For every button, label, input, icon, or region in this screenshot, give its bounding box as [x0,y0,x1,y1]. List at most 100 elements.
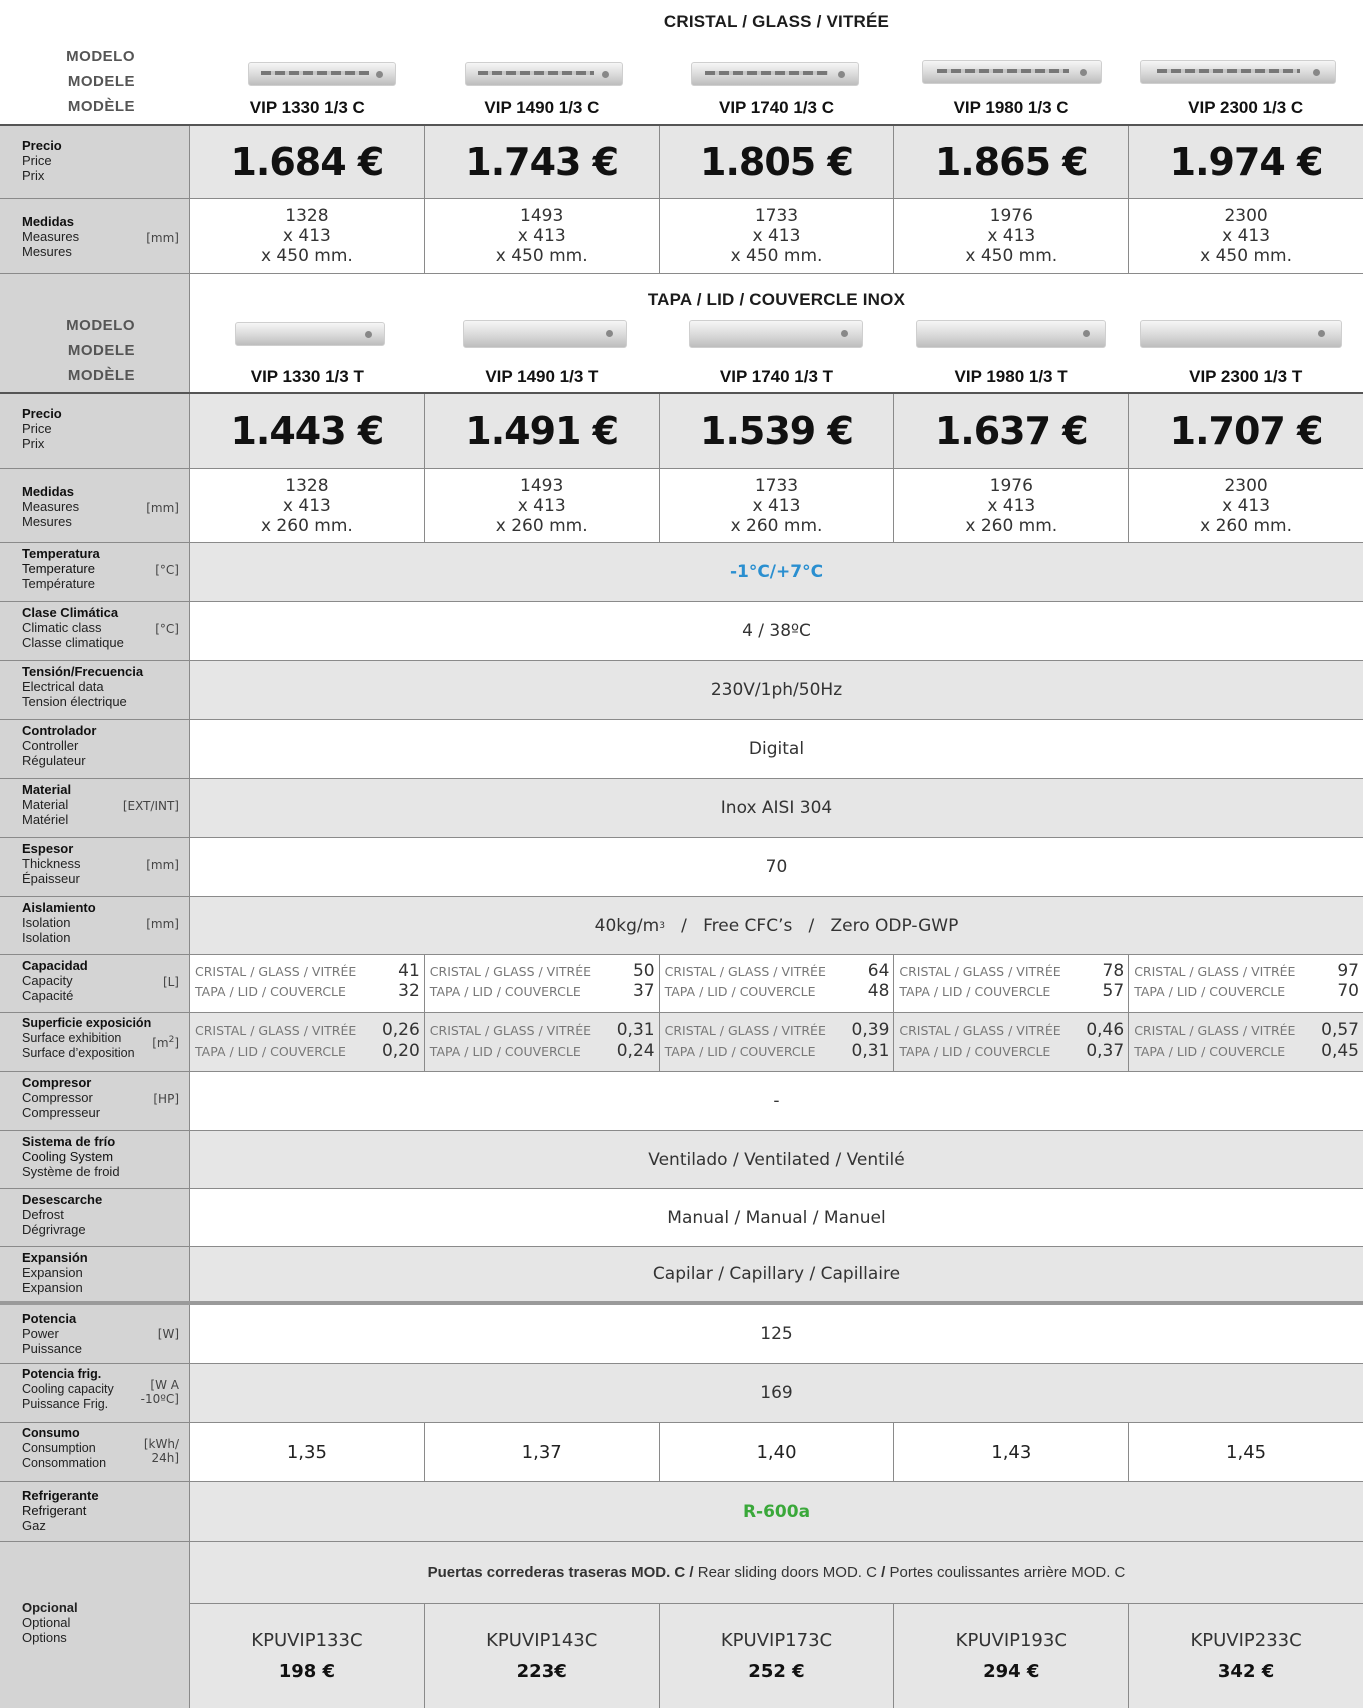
row-climatic: Clase Climática Climatic class Classe cl… [0,602,1363,661]
product-image-lid [689,320,864,348]
row-cooling-system: Sistema de frío Cooling System Système d… [0,1131,1363,1189]
product-image-lid [915,320,1106,348]
option-price: 223€ [516,1661,567,1682]
label-es: Precio [22,138,62,153]
label-en: Measures [22,499,80,514]
modelo-label-glass: MODELO MODELE MODÈLE [20,44,135,119]
row-label: Medidas Measures Mesures [mm] [0,199,190,273]
label-fr: Surface d’exposition [22,1046,135,1060]
row-label: Material Material Matériel [EXT/INT] [0,779,190,837]
label-es: Opcional [22,1600,78,1615]
label-fr: Gaz [22,1518,46,1533]
label-en: Refrigerant [22,1503,87,1518]
row-electrical: Tensión/Frecuencia Electrical data Tensi… [0,661,1363,720]
product-image-lid [462,320,627,348]
consumption-value: 1,45 [1226,1441,1267,1463]
price-value: 1.684 € [230,140,384,184]
label-fr: Système de froid [22,1164,120,1179]
compressor-value: - [773,1091,780,1111]
unit: [L] [162,975,179,989]
row-measures-lid: Medidas Measures Mesures [mm] 1328 x 413 x… [0,469,1363,543]
modelo-es: MODELO [66,48,135,65]
label-fr: Puissance [22,1341,82,1356]
row-cooling-capacity: Potencia frig. Cooling capacity Puissanc… [0,1364,1363,1423]
label-es: Controlador [22,723,97,738]
glass-model-col: VIP 1740 1/3 C [659,40,894,124]
label-es: Refrigerante [22,1488,99,1503]
label-fr: Capacité [22,988,74,1003]
row-defrost: Desescarche Defrost Dégrivrage Manual / … [0,1189,1363,1247]
modelo-fr: MODÈLE [67,98,135,115]
model-name: VIP 1980 1/3 T [954,367,1068,386]
label-es: Medidas [22,484,75,499]
surface-cell: CRISTAL / GLASS / VITRÉE 0,57 TAPA / LID … [1134,1020,1359,1061]
option-cell: KPUVIP173C 252 € [660,1604,895,1708]
unit: [W A -10ºC] [140,1378,179,1406]
surface-cell: CRISTAL / GLASS / VITRÉE 0,26 TAPA / LID … [190,1013,425,1071]
row-refrigerant: Refrigerante Refrigerant Gaz R-600a [0,1482,1363,1542]
model-name: VIP 2300 1/3 C [1188,98,1304,117]
unit: [mm] [146,501,179,515]
label-fr: Prix [22,436,45,451]
label-en: Temperature [22,561,95,576]
price-value: 1.443 € [230,409,384,453]
modelo-en: MODELE [67,73,135,90]
label-fr: Dégrivrage [22,1222,86,1237]
option-code: KPUVIP193C [955,1630,1067,1651]
lid-model-col: VIP 1490 1/3 T [425,310,660,393]
product-image-glass [1140,60,1337,84]
row-power: Potencia Power Puissance [W] 125 [0,1305,1363,1364]
label-es: Consumo [22,1426,80,1440]
row-capacity: Capacidad Capacity Capacité [L] CRISTAL … [0,955,1363,1013]
label-en: Price [22,153,52,168]
row-label: Superficie exposición Surface exhibition… [0,1013,190,1071]
label-en: Cooling System [22,1149,114,1164]
option-price: 294 € [983,1661,1040,1682]
label-fr: Mesures [22,514,72,529]
row-label: Consumo Consumption Consommation [kWh/ 2… [0,1423,190,1481]
measure-value: 2300 x 413 x 450 mm. [1200,206,1292,266]
row-surface: Superficie exposición Surface exhibition… [0,1013,1363,1072]
cooling-capacity-value: 169 [760,1383,793,1403]
row-label: Desescarche Defrost Dégrivrage [0,1189,190,1246]
label-fr: Mesures [22,244,72,259]
glass-section-title: CRISTAL / GLASS / VITRÉE [663,12,890,31]
option-code: KPUVIP143C [486,1630,598,1651]
label-fr: Régulateur [22,753,86,768]
model-name: VIP 2300 1/3 T [1189,367,1303,386]
label-fr: Température [22,576,95,591]
label-es: Potencia [22,1311,77,1326]
label-fr: Isolation [22,930,71,945]
measure-value: 2300 x 413 x 260 mm. [1200,475,1292,536]
label-en: Optional [22,1615,71,1630]
label-fr: Consommation [22,1456,107,1470]
capacity-cell: CRISTAL / GLASS / VITRÉE 97 TAPA / LID / … [1134,961,1359,1001]
defrost-value: Manual / Manual / Manuel [667,1207,886,1228]
row-isolation: Aislamiento Isolation Isolation [mm] 40k… [0,897,1363,955]
option-cell: KPUVIP193C 294 € [894,1604,1130,1708]
product-image-lid [235,322,385,346]
capacity-cell: CRISTAL / GLASS / VITRÉE 50 TAPA / LID / … [425,955,660,1012]
row-controller: Controlador Controller Régulateur Digita… [0,720,1363,779]
label-en: Surface exhibition [22,1031,122,1045]
unit: [kWh/ 24h] [143,1437,179,1465]
row-label: Potencia frig. Cooling capacity Puissanc… [0,1364,190,1422]
row-label: Clase Climática Climatic class Classe cl… [0,602,190,660]
options-header: Puertas correderas traseras MOD. C / Rea… [190,1542,1363,1604]
option-price: 342 € [1217,1661,1275,1682]
row-label: Aislamiento Isolation Isolation [mm] [0,897,190,954]
product-image-glass [464,62,623,86]
model-name: VIP 1490 1/3 C [484,98,600,117]
surface-cell: CRISTAL / GLASS / VITRÉE 0,39 TAPA / LID … [660,1013,895,1071]
lid-model-col: VIP 1980 1/3 T [894,310,1129,393]
surface-cells: CRISTAL / GLASS / VITRÉE 0,26 TAPA / LID … [190,1013,1363,1071]
row-consumption: Consumo Consumption Consommation [kWh/ 2… [0,1423,1363,1482]
row-label: Espesor Thickness Épaisseur [mm] [0,838,190,896]
model-name: VIP 1980 1/3 C [953,98,1069,117]
modelo-en: MODELE [67,342,135,359]
measure-value: 1976 x 413 x 260 mm. [965,475,1058,536]
row-expansion: Expansión Expansion Expansion Capilar / … [0,1247,1363,1305]
electrical-value: 230V/1ph/50Hz [710,680,843,700]
label-en: Thickness [22,856,81,871]
label-es: Clase Climática [22,605,119,620]
